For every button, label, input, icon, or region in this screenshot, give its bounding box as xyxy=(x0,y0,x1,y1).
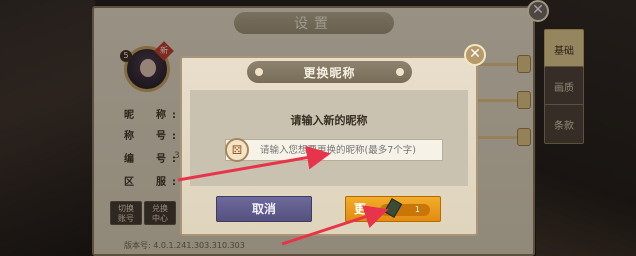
confirm-label: 更 xyxy=(354,202,367,216)
dialog-close-icon[interactable]: ✕ xyxy=(464,44,486,66)
cancel-button[interactable]: 取消 xyxy=(216,196,312,222)
nickname-input[interactable] xyxy=(225,139,443,161)
dialog-title: 更换昵称 xyxy=(247,61,412,83)
random-name-icon[interactable]: ⚄ xyxy=(225,138,249,162)
dialog-prompt: 请输入新的昵称 xyxy=(290,114,368,127)
change-nickname-dialog: 更换昵称 ✕ 请输入新的昵称 ⚄ 取消 更 1 xyxy=(180,44,486,236)
